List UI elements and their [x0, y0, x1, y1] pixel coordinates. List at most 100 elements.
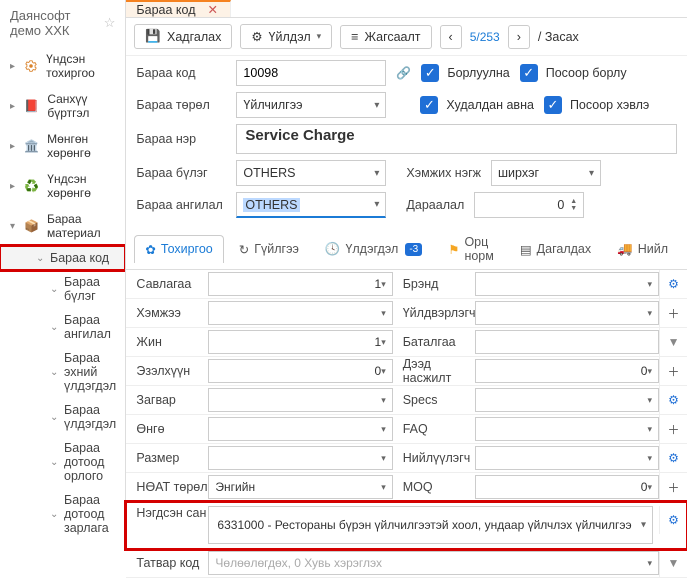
manu-field[interactable]: ▾: [475, 301, 659, 325]
next-button[interactable]: ›: [508, 25, 530, 49]
bank-icon: 🏛️: [24, 138, 39, 154]
ezelhvvn-field[interactable]: 0▾: [208, 359, 392, 383]
code-input[interactable]: [236, 60, 386, 86]
razmer-field[interactable]: ▾: [208, 446, 392, 470]
grid-label: Нийлүүлэгч: [393, 451, 475, 465]
sidebar-item[interactable]: ⌄Бараа үлдэгдэл: [0, 398, 125, 436]
brand-field[interactable]: ▾: [475, 272, 659, 296]
list-button[interactable]: ≡Жагсаалт: [340, 25, 431, 49]
save-button[interactable]: 💾Хадгалах: [134, 24, 232, 49]
order-input[interactable]: 0▲▼: [474, 192, 584, 218]
chevron-down-icon: ▾: [647, 453, 652, 464]
jin-field[interactable]: 1▾: [208, 330, 392, 354]
sidebar-group-asset[interactable]: ▸ ♻️ Үндсэн хөрөнгө: [0, 166, 125, 206]
name-input[interactable]: Service Charge: [236, 124, 677, 154]
caret-icon: ⌄: [50, 284, 58, 295]
caret-icon: ▸: [10, 141, 16, 152]
subtab-supply[interactable]: 🚚Нийл: [606, 235, 679, 263]
check-pos-sell[interactable]: ✓Посоор борлу: [520, 64, 627, 82]
check-buy[interactable]: ✓Худалдан авна: [420, 96, 534, 114]
warranty-field[interactable]: [475, 330, 659, 354]
subtab-transactions[interactable]: ↻Гүйлгээ: [228, 235, 310, 263]
specs-field[interactable]: ▾: [475, 388, 659, 412]
label-code: Бараа код: [136, 66, 226, 80]
chevron-down-icon: ▾: [381, 453, 386, 464]
sidebar-item-label: Бараа дотоод орлого: [64, 441, 115, 483]
group-select[interactable]: OTHERS▾: [236, 160, 386, 186]
row-add-button[interactable]: ＋: [659, 473, 687, 501]
moq-field[interactable]: 0▾: [475, 475, 659, 499]
checkbox-checked-icon: ✓: [544, 96, 562, 114]
stepper-up-icon[interactable]: ▲: [570, 198, 577, 205]
tab-product-code[interactable]: Бараа код ✕: [126, 0, 231, 17]
pin-icon[interactable]: ☆: [104, 15, 116, 31]
age-field[interactable]: 0▾: [475, 359, 659, 383]
toolbar: 💾Хадгалах ⚙Үйлдэл▾ ≡Жагсаалт ‹ 5/253 › /…: [126, 18, 687, 56]
subtab-balance[interactable]: 🕓Үлдэгдэл-3: [314, 235, 433, 263]
tab-label: Бараа код: [136, 3, 195, 17]
sidebar-group-settings[interactable]: ▸ Үндсэн тохиргоо: [0, 46, 125, 86]
action-button[interactable]: ⚙Үйлдэл▾: [240, 24, 332, 49]
gear-icon: ⚙: [251, 29, 262, 44]
row-settings-button[interactable]: ⚙: [659, 506, 687, 534]
check-sell[interactable]: ✓Борлуулна: [421, 64, 509, 82]
zagvar-field[interactable]: ▾: [208, 388, 392, 412]
sidebar-item[interactable]: ⌄ Бараа бүлэг: [0, 270, 125, 308]
noat-field[interactable]: Энгийн▾: [208, 475, 392, 499]
ongo-field[interactable]: ▾: [208, 417, 392, 441]
unit-select[interactable]: ширхэг▾: [491, 160, 601, 186]
subtab-label: Тохиргоо: [161, 242, 213, 256]
field-value: 1: [215, 277, 381, 291]
subtab-settings[interactable]: ✿Тохиргоо: [134, 235, 223, 263]
sidebar-group-material[interactable]: ▾ 📦 Бараа материал: [0, 206, 125, 246]
sidebar-group-cash[interactable]: ▸ 🏛️ Мөнгөн хөрөнгө: [0, 126, 125, 166]
row-add-button[interactable]: ＋: [659, 299, 687, 327]
hemjee-field[interactable]: ▾: [208, 301, 392, 325]
subtab-related[interactable]: ▤Дагалдах: [509, 235, 602, 263]
field-value: 0: [482, 480, 648, 494]
row-filter-button[interactable]: ▼: [659, 549, 687, 577]
subtab-recipe[interactable]: ⚑Орц норм: [437, 228, 505, 269]
chevron-down-icon: ▾: [381, 424, 386, 435]
savlagaa-field[interactable]: 1▾: [208, 272, 392, 296]
chevron-down-icon: ▾: [374, 168, 379, 179]
prev-button[interactable]: ‹: [440, 25, 462, 49]
row-add-button[interactable]: ＋: [659, 415, 687, 443]
stepper-down-icon[interactable]: ▼: [570, 205, 577, 212]
chevron-down-icon: ▾: [374, 100, 379, 111]
grid-label: НӨАТ төрөл: [126, 480, 208, 494]
tax-field[interactable]: Чөлөөлөгдөх, 0 Хувь хэрэглэх▾: [208, 551, 659, 575]
row-settings-button[interactable]: ⚙: [659, 386, 687, 414]
class-select[interactable]: OTHERS▾: [236, 192, 386, 218]
sidebar-item-product-code[interactable]: ⌄ Бараа код: [0, 246, 125, 270]
type-select[interactable]: Үйлчилгээ▾: [236, 92, 386, 118]
sidebar-item[interactable]: ⌄Бараа дотоод зарлага: [0, 488, 125, 538]
grid-label: MOQ: [393, 480, 475, 494]
row-filter-button[interactable]: ▼: [659, 328, 687, 356]
sidebar-item[interactable]: ⌄Бараа ангилал: [0, 308, 125, 346]
unified-select[interactable]: 6331000 - Рестораны бүрэн үйлчилгээтэй х…: [208, 506, 653, 544]
sidebar-group-finance[interactable]: ▸ 📕 Санхүү бүртгэл: [0, 86, 125, 126]
close-icon[interactable]: ✕: [206, 2, 220, 17]
faq-field[interactable]: ▾: [475, 417, 659, 441]
sidebar-item-label: Бараа эхний үлдэгдэл: [64, 351, 116, 393]
button-label: Үйлдэл: [269, 30, 311, 44]
truck-icon: 🚚: [617, 242, 633, 257]
save-icon: 💾: [145, 29, 161, 44]
supply-field[interactable]: ▾: [475, 446, 659, 470]
field-value: Энгийн: [215, 480, 255, 494]
sidebar-item[interactable]: ⌄Бараа дотоод орлого: [0, 436, 125, 488]
chevron-down-icon: ▾: [647, 366, 652, 377]
field-value: 0: [215, 364, 381, 378]
row-settings-button[interactable]: ⚙: [659, 270, 687, 298]
row-add-button[interactable]: ＋: [659, 357, 687, 385]
link-icon[interactable]: 🔗: [396, 66, 411, 80]
sidebar-label: Мөнгөн хөрөнгө: [47, 132, 115, 160]
sidebar-item[interactable]: ⌄Бараа эхний үлдэгдэл: [0, 346, 125, 398]
row-settings-button[interactable]: ⚙: [659, 444, 687, 472]
caret-icon: ⌄: [50, 509, 58, 520]
sidebar-item-label: Бараа бүлэг: [64, 275, 115, 303]
grid-label: Өнгө: [126, 422, 208, 436]
subtab-label: Гүйлгээ: [254, 242, 299, 256]
check-pos-print[interactable]: ✓Посоор хэвлэ: [544, 96, 649, 114]
